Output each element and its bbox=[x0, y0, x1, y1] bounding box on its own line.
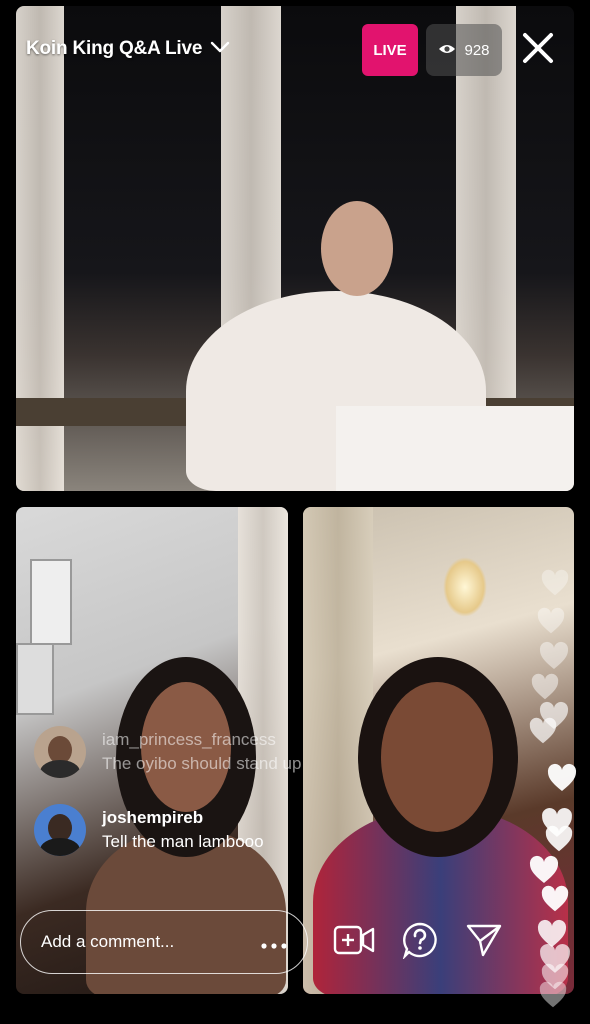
viewer-count-pill[interactable]: 928 bbox=[426, 24, 502, 76]
add-video-icon bbox=[333, 924, 375, 961]
host-head bbox=[321, 201, 393, 296]
close-button[interactable] bbox=[518, 30, 558, 70]
live-header: Koin King Q&A Live LIVE 928 bbox=[0, 0, 590, 100]
avatar[interactable] bbox=[34, 804, 86, 856]
comment-message: The oyibo should stand up bbox=[102, 754, 302, 773]
comment-placeholder: Add a comment... bbox=[41, 932, 175, 951]
wall-frame bbox=[16, 643, 54, 715]
live-label: LIVE bbox=[373, 41, 407, 59]
chevron-down-icon[interactable] bbox=[210, 40, 230, 59]
avatar[interactable] bbox=[34, 726, 86, 778]
heart-icon bbox=[540, 568, 570, 603]
heart-icon bbox=[536, 606, 566, 641]
guest-right-face bbox=[381, 682, 493, 832]
close-icon bbox=[521, 31, 555, 70]
send-icon bbox=[465, 922, 503, 963]
heart-icon bbox=[528, 716, 558, 751]
heart-icon bbox=[546, 762, 578, 799]
stream-title[interactable]: Koin King Q&A Live bbox=[26, 38, 202, 60]
add-guest-button[interactable] bbox=[332, 920, 376, 964]
live-badge: LIVE bbox=[362, 24, 418, 76]
heart-icon bbox=[538, 980, 568, 1015]
heart-icon bbox=[540, 884, 570, 919]
viewer-count: 928 bbox=[464, 41, 490, 59]
more-dots-icon[interactable] bbox=[261, 931, 287, 953]
white-cushion bbox=[336, 406, 574, 491]
comment-message: Tell the man lambooo bbox=[102, 832, 264, 851]
eye-icon bbox=[438, 42, 456, 59]
comment-item[interactable]: joshempireb Tell the man lambooo bbox=[34, 804, 264, 856]
title-row[interactable]: Koin King Q&A Live bbox=[26, 38, 230, 60]
question-icon bbox=[401, 921, 439, 964]
share-button[interactable] bbox=[462, 920, 506, 964]
wall-lamp bbox=[443, 557, 487, 617]
comment-input[interactable]: Add a comment... bbox=[20, 910, 308, 974]
comment-item[interactable]: iam_princess_francess The oyibo should s… bbox=[34, 726, 301, 778]
question-button[interactable] bbox=[398, 920, 442, 964]
comment-username[interactable]: joshempireb bbox=[102, 808, 264, 828]
wall-frame bbox=[30, 559, 72, 645]
comment-username[interactable]: iam_princess_francess bbox=[102, 730, 301, 750]
